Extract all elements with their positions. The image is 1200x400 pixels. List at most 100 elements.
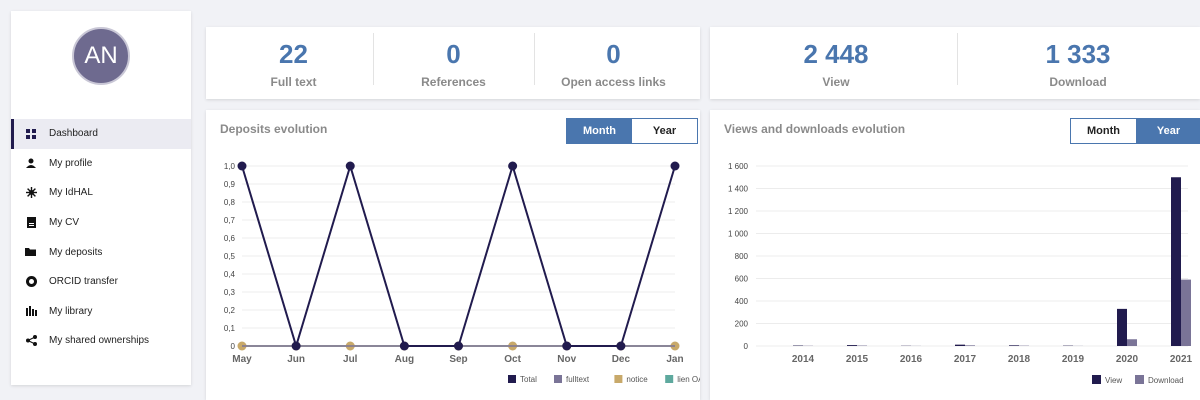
stat-references: 0 References — [366, 27, 541, 99]
y-tick-label: 0 — [744, 342, 749, 351]
legend-swatch — [554, 375, 562, 383]
legend-label: notice — [626, 375, 648, 384]
data-point — [562, 341, 572, 351]
sidebar-item-my-deposits[interactable]: My deposits — [11, 237, 191, 267]
x-tick-label: Oct — [504, 354, 521, 365]
legend-label: Total — [520, 375, 537, 384]
y-tick-label: 0,9 — [224, 180, 236, 189]
sidebar-item-label: My deposits — [49, 246, 103, 258]
views-bar-chart: 0 200 400 600 800 1 000 1 200 1 400 1 600 2014 201… — [728, 162, 1193, 385]
sidebar-item-label: ORCID transfer — [49, 276, 118, 288]
sidebar-item-my-cv[interactable]: My CV — [11, 208, 191, 238]
sidebar-item-label: Dashboard — [49, 128, 98, 140]
bar-view — [1009, 345, 1019, 346]
share-icon — [25, 335, 37, 347]
y-tick-label: 1 400 — [728, 185, 749, 194]
y-tick-label: 1 200 — [728, 207, 749, 216]
x-tick-label: Jun — [287, 354, 305, 365]
y-tick-label: 0,6 — [224, 234, 236, 243]
y-tick-label: 200 — [735, 320, 749, 329]
sidebar-item-dashboard[interactable]: Dashboard — [11, 119, 191, 149]
y-tick-label: 1 600 — [728, 162, 749, 171]
x-tick-label: Aug — [395, 354, 414, 365]
x-tick-label: 2021 — [1170, 354, 1193, 365]
stats-card-publications: 22 Full text 0 References 0 Open access … — [206, 27, 700, 99]
y-tick-label: 600 — [735, 275, 749, 284]
legend-label: lien OA — [677, 375, 700, 384]
y-tick-label: 0,4 — [224, 270, 236, 279]
x-tick-label: Sep — [449, 354, 467, 365]
legend-swatch — [665, 375, 674, 383]
stat-label: Download — [1049, 75, 1107, 89]
deposits-chart-card: Deposits evolution Month Year 0 0,1 0,2 0,3… — [206, 110, 700, 400]
idhal-icon — [25, 187, 37, 199]
x-tick-label: 2016 — [900, 354, 923, 365]
bar-download — [965, 345, 975, 346]
x-tick-label: Jul — [343, 354, 358, 365]
orcid-icon — [25, 276, 37, 288]
x-tick-label: Dec — [612, 354, 631, 365]
bar-download — [1127, 339, 1137, 346]
y-tick-label: 0,1 — [224, 324, 236, 333]
stat-download: 1 333 Download — [952, 27, 1200, 99]
y-tick-label: 800 — [735, 252, 749, 261]
data-point — [508, 161, 518, 171]
avatar[interactable]: AN — [72, 27, 130, 85]
sidebar-item-my-library[interactable]: My library — [11, 297, 191, 327]
y-tick-label: 0,5 — [224, 252, 236, 261]
stat-full-text: 22 Full text — [206, 27, 381, 99]
stat-value: 0 — [446, 39, 461, 69]
stat-value: 2 448 — [803, 39, 869, 69]
folder-icon — [25, 246, 37, 258]
legend-swatch — [1092, 375, 1101, 384]
sidebar: AN Dashboard My profile My IdHAL My CV M… — [11, 11, 191, 385]
sidebar-item-label: My library — [49, 305, 93, 317]
x-tick-label: 2017 — [954, 354, 977, 365]
stat-label: References — [421, 75, 486, 89]
views-chart-card: Views and downloads evolution Month Year… — [710, 110, 1200, 400]
x-tick-label: 2019 — [1062, 354, 1085, 365]
legend-swatch — [614, 375, 623, 383]
bar-view — [1171, 177, 1181, 346]
legend-swatch — [1135, 375, 1144, 384]
y-tick-label: 0 — [231, 342, 236, 351]
legend-label: View — [1105, 376, 1122, 385]
y-tick-label: 0,7 — [224, 216, 236, 225]
y-tick-label: 400 — [735, 297, 749, 306]
data-point — [670, 161, 680, 171]
sidebar-item-label: My IdHAL — [49, 187, 93, 199]
data-point — [454, 341, 463, 351]
stats-card-consultation: 2 448 View 1 333 Download — [710, 27, 1200, 99]
stat-label: View — [822, 75, 850, 89]
library-icon — [25, 305, 37, 317]
sidebar-item-label: My shared ownerships — [49, 335, 150, 347]
sidebar-nav: Dashboard My profile My IdHAL My CV My d… — [11, 119, 191, 356]
bar-view — [1117, 308, 1127, 346]
legend-label: Download — [1148, 376, 1184, 385]
stat-view: 2 448 View — [710, 27, 962, 99]
data-point — [345, 161, 355, 171]
x-tick-label: 2018 — [1008, 354, 1031, 365]
x-tick-label: 2015 — [846, 354, 869, 365]
x-tick-label: 2020 — [1116, 354, 1139, 365]
data-point — [399, 341, 409, 351]
deposits-line-chart: 0 0,1 0,2 0,3 0,4 0,5 0,6 0,7 0,8 0,9 1,0 May Jun Jul… — [224, 161, 700, 384]
sidebar-item-orcid-transfer[interactable]: ORCID transfer — [11, 267, 191, 297]
y-tick-label: 1,0 — [224, 162, 236, 171]
dashboard-icon — [25, 128, 37, 140]
bar-view — [955, 344, 965, 346]
x-tick-label: May — [232, 354, 252, 365]
stat-value: 0 — [606, 39, 621, 69]
bar-view — [847, 345, 857, 346]
user-icon — [25, 157, 37, 169]
sidebar-item-my-shared-ownerships[interactable]: My shared ownerships — [11, 326, 191, 356]
sidebar-item-my-idhal[interactable]: My IdHAL — [11, 178, 191, 208]
legend-swatch — [508, 375, 516, 383]
stat-label: Open access links — [561, 75, 666, 89]
x-tick-label: Jan — [666, 354, 683, 365]
sidebar-item-label: My profile — [49, 157, 93, 169]
sidebar-item-my-profile[interactable]: My profile — [11, 149, 191, 179]
x-tick-label: 2014 — [792, 354, 815, 365]
y-tick-label: 0,8 — [224, 198, 236, 207]
y-tick-label: 0,3 — [224, 288, 236, 297]
